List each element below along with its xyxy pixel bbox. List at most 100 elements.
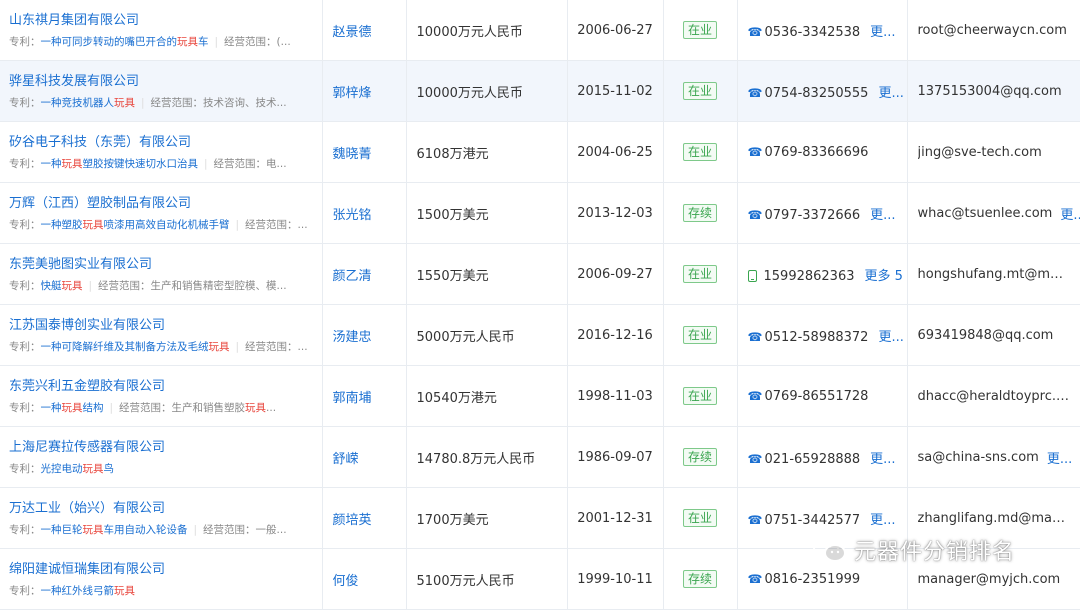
email-address[interactable]: hongshufang.mt@mayco...	[918, 267, 1070, 282]
email-more-link[interactable]: 更...	[1060, 208, 1080, 223]
patent-keyword: 玩具	[114, 584, 135, 597]
watermark-text: 元器件分销排名	[854, 540, 1016, 565]
patent-text-tail: 结构	[82, 401, 104, 414]
scope-label: 经营范围：	[245, 218, 298, 231]
patent-value[interactable]: 快艇玩具	[41, 280, 83, 292]
company-name-link[interactable]: 东莞美驰图实业有限公司	[9, 256, 321, 274]
legal-person-link[interactable]: 郭南埔	[333, 391, 372, 406]
legal-person-link[interactable]: 魏晓菁	[333, 147, 372, 162]
email-address[interactable]: sa@china-sns.com	[918, 450, 1039, 465]
legal-person-cell: 赵景德	[322, 0, 407, 61]
company-name-link[interactable]: 江苏国泰博创实业有限公司	[9, 317, 321, 335]
scope-label: 经营范围：	[119, 401, 172, 414]
email-cell: dhacc@heraldtoyprc.com	[907, 365, 1080, 427]
patent-value[interactable]: 一种可降解纤维及其制备方法及毛绒玩具	[41, 341, 230, 353]
scope-text: 一般...	[255, 523, 287, 536]
company-cell: 矽谷电子科技（东莞）有限公司 专利：一种玩具塑胶按键快速切水口治具 | 经营范围：电.…	[0, 121, 323, 183]
registered-capital: 1700万美元	[406, 487, 568, 549]
email-address[interactable]: jing@sve-tech.com	[918, 145, 1042, 160]
company-name-link[interactable]: 东莞兴利五金塑胶有限公司	[9, 378, 321, 396]
patent-value[interactable]: 一种塑胶玩具喷漆用高效自动化机械手臂	[41, 219, 230, 231]
table-row[interactable]: 上海尼赛拉传感器有限公司 专利：光控电动玩具鸟 舒嵘 14780.8万元人民币 1986…	[0, 426, 1080, 488]
phone-more-link[interactable]: 更...	[878, 86, 903, 101]
legal-person-link[interactable]: 郭梓烽	[333, 86, 372, 101]
company-name-link[interactable]: 矽谷电子科技（东莞）有限公司	[9, 134, 321, 152]
phone-more-link[interactable]: 更...	[870, 513, 895, 528]
patent-value[interactable]: 一种玩具结构	[41, 402, 104, 414]
phone-more-link[interactable]: 更...	[878, 330, 903, 345]
phone-number: 0797-3372666	[764, 207, 861, 223]
patent-value[interactable]: 光控电动玩具鸟	[41, 463, 115, 475]
patent-value[interactable]: 一种红外线弓箭玩具	[41, 585, 136, 597]
email-address[interactable]: 693419848@qq.com	[918, 328, 1054, 343]
company-cell: 万达工业（始兴）有限公司 专利：一种巨轮玩具车用自动入轮设备 | 经营范围：一般...	[0, 487, 323, 549]
table-row[interactable]: 山东祺月集团有限公司专利：一种可同步转动的嘴巴开合的玩具车 | 经营范围：(... 赵…	[0, 0, 1080, 61]
legal-person-link[interactable]: 颜乙清	[333, 269, 372, 284]
phone-icon: ☎	[747, 330, 763, 344]
patent-value[interactable]: 一种玩具塑胶按键快速切水口治具	[41, 158, 199, 170]
established-date: 2013-12-03	[567, 182, 664, 244]
status-cell: 存续	[663, 548, 738, 610]
phone-number: 0769-83366696	[764, 144, 869, 160]
company-meta: 专利：一种可同步转动的嘴巴开合的玩具车 | 经营范围：(...	[9, 35, 321, 49]
patent-label: 专利：	[9, 584, 41, 597]
patent-text: 快艇	[40, 279, 62, 292]
patent-keyword: 玩具	[177, 35, 198, 48]
table-row[interactable]: 东莞美驰图实业有限公司 专利：快艇玩具 | 经营范围：生产和销售精密型腔模、模... 颜…	[0, 243, 1080, 305]
email-address[interactable]: dhacc@heraldtoyprc.com	[918, 389, 1070, 404]
legal-person-cell: 舒嵘	[322, 426, 407, 488]
legal-person-link[interactable]: 张光铭	[333, 208, 372, 223]
phone-cell: 15992862363 更多 5	[737, 243, 908, 305]
table-row[interactable]: 东莞兴利五金塑胶有限公司 专利：一种玩具结构 | 经营范围：生产和销售塑胶玩具... 郭…	[0, 365, 1080, 427]
legal-person-link[interactable]: 汤建忠	[333, 330, 372, 345]
table-row[interactable]: 骅星科技发展有限公司专利：一种竞技机器人玩具 | 经营范围：技术咨询、技术... 郭梓…	[0, 60, 1080, 122]
email-more-link[interactable]: 更...	[1047, 452, 1072, 467]
phone-cell: ☎ 0754-83250555 更...	[737, 60, 908, 122]
patent-value[interactable]: 一种可同步转动的嘴巴开合的玩具车	[41, 36, 209, 48]
phone-more-link[interactable]: 更...	[870, 208, 895, 223]
legal-person-cell: 魏晓菁	[322, 121, 407, 183]
patent-label: 专利：	[9, 35, 41, 48]
company-name-link[interactable]: 骅星科技发展有限公司	[9, 73, 321, 91]
patent-value[interactable]: 一种竞技机器人玩具	[41, 97, 136, 109]
divider: |	[193, 523, 198, 536]
status-badge: 在业	[682, 143, 717, 161]
company-name-link[interactable]: 山东祺月集团有限公司	[9, 12, 321, 30]
table-row[interactable]: 矽谷电子科技（东莞）有限公司 专利：一种玩具塑胶按键快速切水口治具 | 经营范围：电.…	[0, 121, 1080, 183]
company-name-link[interactable]: 绵阳建诚恒瑞集团有限公司	[9, 561, 321, 579]
company-cell: 骅星科技发展有限公司专利：一种竞技机器人玩具 | 经营范围：技术咨询、技术...	[0, 60, 323, 122]
status-badge: 在业	[682, 326, 717, 344]
email-address[interactable]: 1375153004@qq.com	[918, 84, 1062, 99]
phone-more-link[interactable]: 更...	[870, 25, 895, 40]
phone-icon: ☎	[747, 513, 763, 527]
status-badge: 存续	[682, 448, 717, 466]
email-address[interactable]: root@cheerwaycn.com	[918, 23, 1067, 38]
phone-more-link[interactable]: 更多 5	[864, 269, 902, 284]
company-cell: 东莞美驰图实业有限公司 专利：快艇玩具 | 经营范围：生产和销售精密型腔模、模...	[0, 243, 323, 305]
scope-label: 经营范围：	[224, 35, 277, 48]
company-name-link[interactable]: 万辉（江西）塑胶制品有限公司	[9, 195, 321, 213]
table-row[interactable]: 万辉（江西）塑胶制品有限公司 专利：一种塑胶玩具喷漆用高效自动化机械手臂 | 经营范围…	[0, 182, 1080, 244]
legal-person-cell: 郭梓烽	[322, 60, 407, 122]
patent-label: 专利：	[9, 96, 41, 109]
legal-person-link[interactable]: 赵景德	[333, 25, 372, 40]
status-cell: 在业	[663, 121, 738, 183]
patent-value[interactable]: 一种巨轮玩具车用自动入轮设备	[41, 524, 188, 536]
phone-more-link[interactable]: 更...	[870, 452, 895, 467]
email-address[interactable]: manager@myjch.com	[918, 572, 1061, 587]
phone-cell: ☎ 0769-86551728	[737, 365, 908, 427]
status-cell: 在业	[663, 487, 738, 549]
legal-person-link[interactable]: 颜培英	[333, 513, 372, 528]
company-name-link[interactable]: 万达工业（始兴）有限公司	[9, 500, 321, 518]
email-cell: jing@sve-tech.com	[907, 121, 1080, 183]
legal-person-link[interactable]: 舒嵘	[333, 452, 359, 467]
company-meta: 专利：一种竞技机器人玩具 | 经营范围：技术咨询、技术...	[9, 96, 321, 110]
company-name-link[interactable]: 上海尼赛拉传感器有限公司	[9, 439, 321, 457]
patent-keyword: 玩具	[82, 523, 104, 536]
established-date: 1986-09-07	[567, 426, 664, 488]
table-row[interactable]: 江苏国泰博创实业有限公司 专利：一种可降解纤维及其制备方法及毛绒玩具 | 经营范围：.…	[0, 304, 1080, 366]
patent-text-tail: 车用自动入轮设备	[103, 523, 188, 536]
email-address[interactable]: zhanglifang.md@mayco...	[918, 511, 1070, 526]
email-address[interactable]: whac@tsuenlee.com	[918, 206, 1053, 221]
legal-person-link[interactable]: 何俊	[333, 574, 359, 589]
